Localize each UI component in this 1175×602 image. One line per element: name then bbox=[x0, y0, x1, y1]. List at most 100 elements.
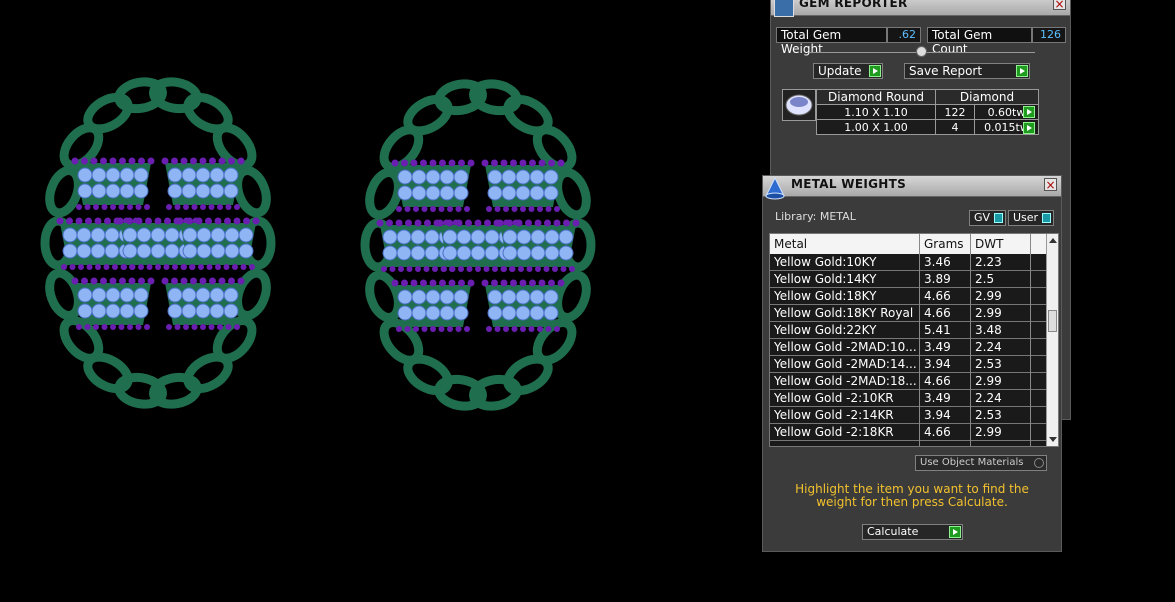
accent-stone bbox=[481, 159, 489, 167]
save-report-label: Save Report bbox=[909, 64, 983, 78]
table-row[interactable]: Yellow Gold:22KY 5.41 3.48 bbox=[770, 322, 1046, 339]
metal-list-header: Metal Grams DWT bbox=[770, 234, 1046, 254]
table-row[interactable]: Yellow Gold:18KY 4.66 2.99 bbox=[770, 288, 1046, 305]
accent-stone bbox=[430, 206, 436, 212]
accent-stone bbox=[520, 326, 526, 332]
user-label: User bbox=[1013, 211, 1039, 224]
metal-cell-grams: 3.46 bbox=[924, 255, 951, 269]
metal-weights-titlebar[interactable]: METAL WEIGHTS × bbox=[763, 176, 1061, 200]
total-gem-count-value: 126 bbox=[1032, 27, 1066, 43]
column-header-dwt[interactable]: DWT bbox=[975, 237, 1003, 251]
accent-stone bbox=[183, 324, 189, 330]
diamond-stone bbox=[196, 227, 212, 243]
diamond-stone bbox=[90, 243, 106, 259]
accent-stone bbox=[100, 157, 107, 165]
accent-stone bbox=[420, 279, 427, 287]
table-row[interactable]: Yellow Gold -2MAD:10... 3.49 2.24 bbox=[770, 339, 1046, 356]
close-icon[interactable]: × bbox=[1044, 178, 1057, 191]
table-row[interactable]: Yellow Gold -2:18KR 4.66 2.99 bbox=[770, 424, 1046, 441]
diamond-stone bbox=[119, 167, 135, 183]
diamond-stone bbox=[410, 229, 426, 245]
row-expand-arrow-icon[interactable] bbox=[1023, 106, 1035, 118]
update-button[interactable]: Update bbox=[813, 63, 883, 79]
metal-weights-panel: METAL WEIGHTS × Library: METAL GV User M… bbox=[762, 175, 1062, 552]
column-header-metal[interactable]: Metal bbox=[774, 237, 807, 251]
accent-stone bbox=[183, 204, 189, 210]
metal-cell-grams: 3.89 bbox=[924, 272, 951, 286]
accent-stone bbox=[494, 206, 501, 212]
column-header-grams[interactable]: Grams bbox=[924, 237, 964, 251]
accent-stone bbox=[492, 266, 498, 272]
diamond-stone bbox=[501, 169, 517, 185]
diamond-stone bbox=[456, 245, 472, 261]
diamond-stone bbox=[164, 227, 180, 243]
gv-toggle[interactable]: GV bbox=[969, 210, 1006, 226]
table-row[interactable]: Yellow Gold:14KY 3.89 2.5 bbox=[770, 271, 1046, 288]
accent-stone bbox=[441, 266, 447, 272]
metal-cell-grams: 4.66 bbox=[924, 306, 951, 320]
accent-stone bbox=[138, 277, 145, 285]
gem-row[interactable]: 1.10 X 1.10 122 0.60tw bbox=[816, 104, 1040, 120]
metal-list-scrollbar[interactable] bbox=[1046, 234, 1058, 446]
accent-stone bbox=[174, 324, 181, 330]
save-report-button[interactable]: Save Report bbox=[904, 63, 1030, 79]
3d-viewport[interactable] bbox=[0, 0, 760, 602]
chain-link bbox=[503, 354, 553, 396]
accent-stone bbox=[503, 206, 509, 212]
accent-stone bbox=[223, 264, 230, 270]
gem-row[interactable]: 1.00 X 1.00 4 0.015tw bbox=[816, 119, 1040, 135]
accent-stone bbox=[376, 219, 384, 227]
diamond-stone bbox=[77, 287, 93, 303]
table-row[interactable]: Yellow Gold -2:14KR 3.94 2.53 bbox=[770, 407, 1046, 424]
diamond-stone bbox=[91, 183, 107, 199]
diamond-stone bbox=[77, 183, 93, 199]
diamond-stone bbox=[529, 169, 545, 185]
calculate-button[interactable]: Calculate bbox=[862, 524, 963, 540]
accent-stone bbox=[458, 159, 465, 167]
collapse-handle[interactable] bbox=[916, 46, 927, 57]
table-row[interactable]: Yellow Gold -2:10KR 3.49 2.24 bbox=[770, 390, 1046, 407]
table-row[interactable]: Yellow Gold -2MAD:18... 4.66 2.99 bbox=[770, 373, 1046, 390]
accent-stone bbox=[448, 159, 456, 167]
accent-stone bbox=[430, 326, 436, 332]
diamond-stone bbox=[425, 169, 441, 185]
close-icon[interactable]: × bbox=[1053, 0, 1066, 10]
gem-summary-table: Diamond Round Diamond 1.10 X 1.10 122 0.… bbox=[816, 89, 1040, 135]
accent-stone bbox=[190, 157, 197, 165]
diamond-stone bbox=[453, 169, 469, 185]
gem-count: 122 bbox=[935, 104, 975, 120]
table-row[interactable]: Yellow Gold:18KY Royal 4.66 2.99 bbox=[770, 305, 1046, 322]
user-toggle[interactable]: User bbox=[1008, 210, 1054, 226]
accent-stone bbox=[135, 324, 142, 330]
diamond-stone bbox=[530, 229, 546, 245]
row-expand-arrow-icon[interactable] bbox=[1023, 122, 1035, 134]
diamond-stone bbox=[62, 227, 78, 243]
metal-cell-dwt: 2.24 bbox=[975, 391, 1002, 405]
diamond-stone bbox=[136, 243, 152, 259]
accent-stone bbox=[121, 264, 127, 270]
table-row[interactable]: Yellow Gold:10KY 3.46 2.23 bbox=[770, 254, 1046, 271]
accent-stone bbox=[232, 264, 238, 270]
scroll-down-icon[interactable] bbox=[1049, 437, 1057, 442]
scroll-up-icon[interactable] bbox=[1049, 238, 1057, 243]
accent-stone bbox=[81, 157, 88, 165]
metal-list[interactable]: Metal Grams DWT Yellow Gold:10KY 3.46 2.23… bbox=[769, 233, 1059, 447]
accent-stone bbox=[166, 204, 172, 210]
diamond-stone bbox=[90, 227, 106, 243]
diamond-stone bbox=[77, 303, 93, 319]
accent-stone bbox=[225, 204, 232, 210]
table-row[interactable]: Yellow Gold -2MAD:14... 3.94 2.53 bbox=[770, 356, 1046, 373]
accent-stone bbox=[414, 219, 422, 227]
use-object-materials-checkbox[interactable]: Use Object Materials bbox=[915, 455, 1047, 471]
scrollbar-thumb[interactable] bbox=[1048, 310, 1057, 332]
accent-stone bbox=[228, 157, 235, 165]
diamond-stone bbox=[396, 245, 412, 261]
toggle-icon bbox=[1042, 213, 1051, 223]
gem-reporter-titlebar[interactable]: GEM REPORTER × bbox=[771, 0, 1070, 17]
accent-stone bbox=[101, 204, 108, 210]
accent-stone bbox=[109, 157, 117, 165]
metal-cell-dwt: 2.99 bbox=[975, 289, 1002, 303]
accent-stone bbox=[544, 219, 551, 227]
accent-stone bbox=[448, 279, 456, 287]
accent-stone bbox=[483, 266, 490, 272]
